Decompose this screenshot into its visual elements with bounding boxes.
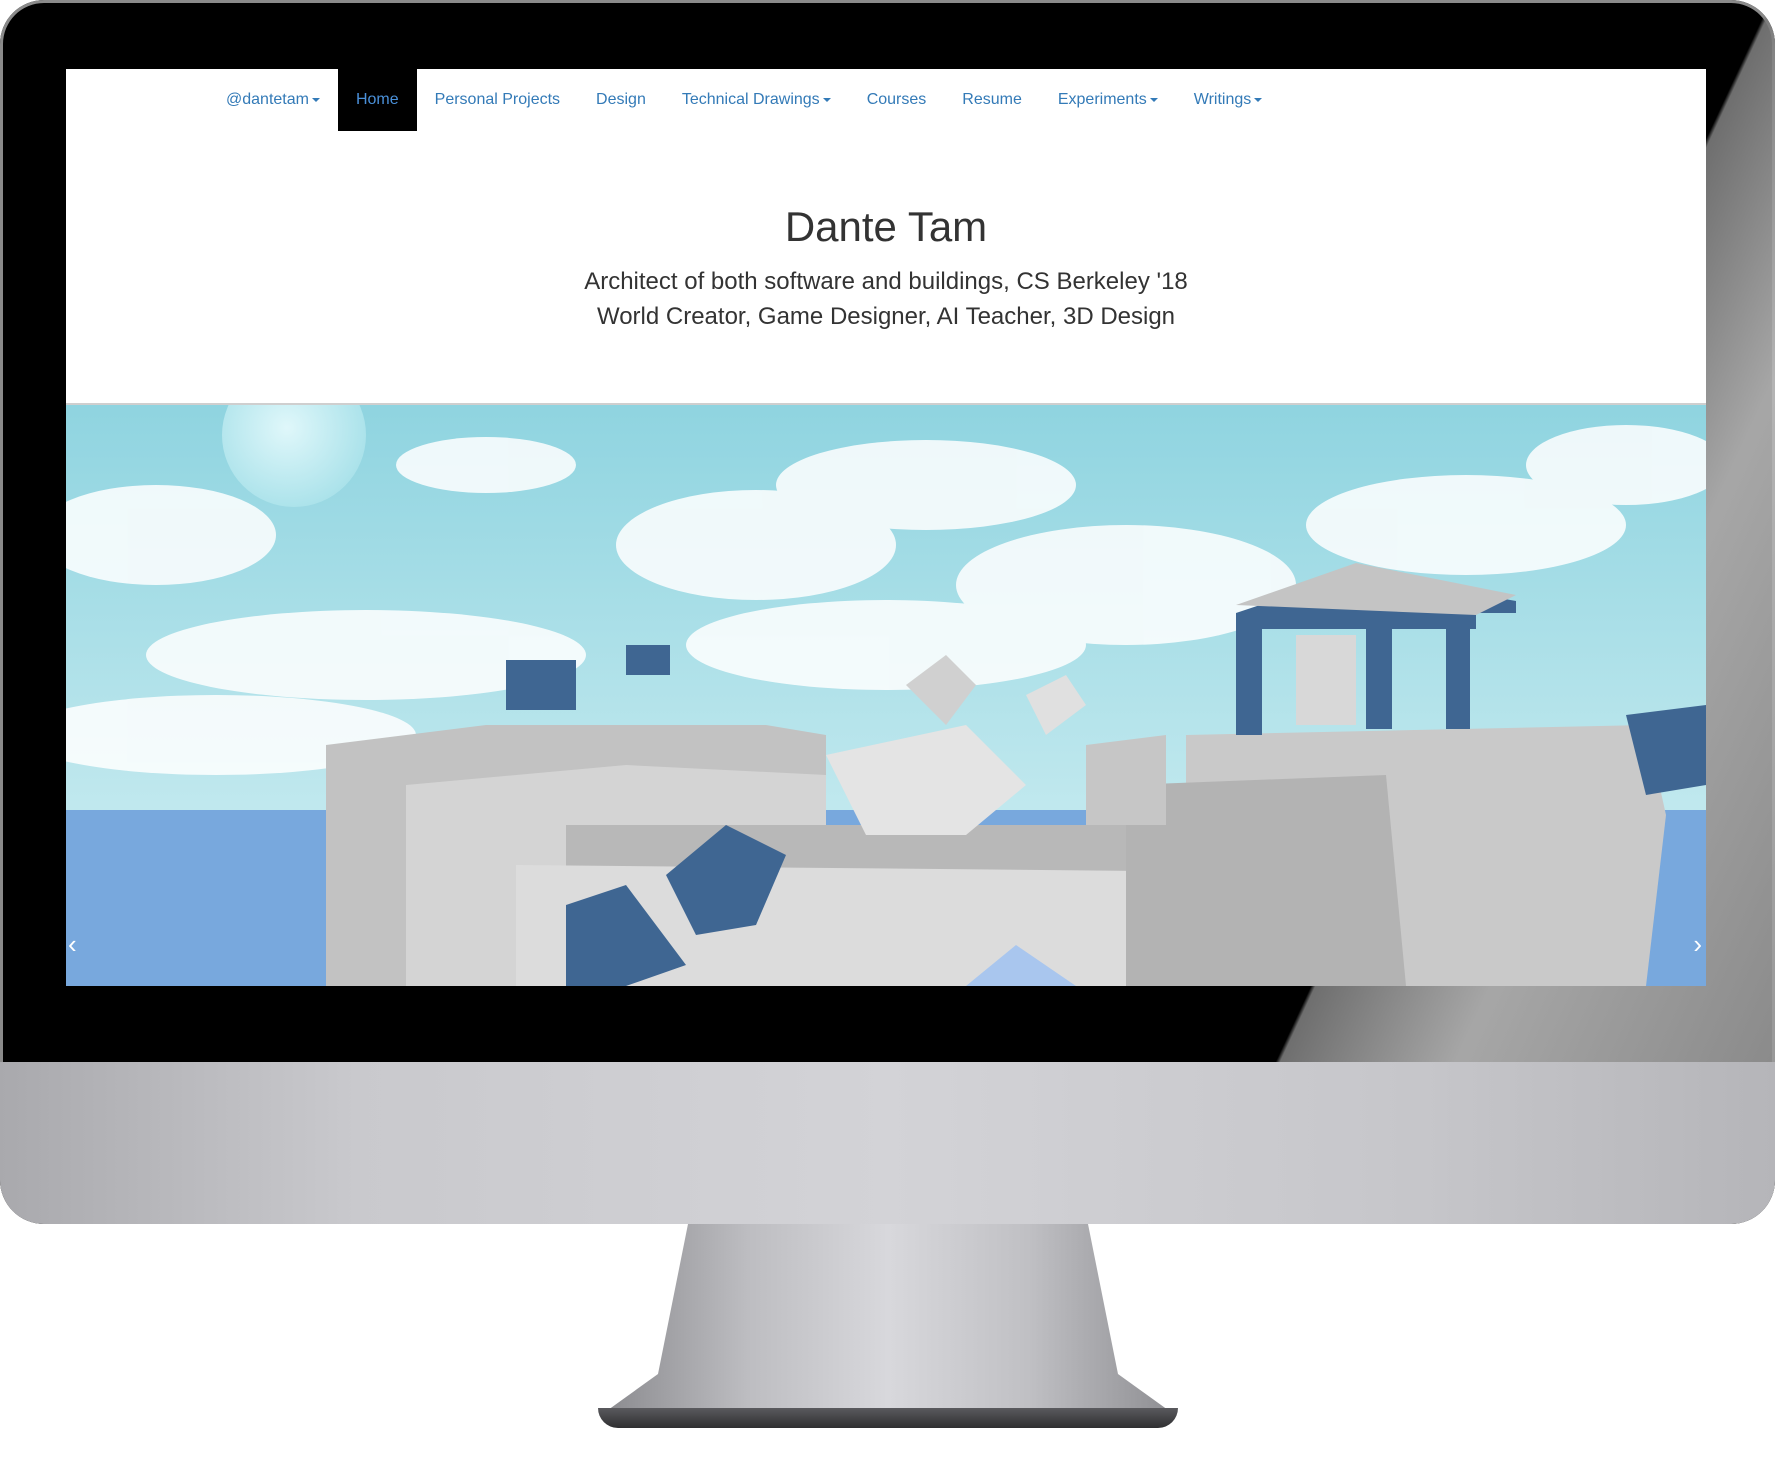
- nav-item-label: Personal Projects: [434, 91, 561, 108]
- nav-item-label: Resume: [962, 91, 1022, 108]
- chevron-right-icon: ›: [1693, 929, 1702, 959]
- caret-down-icon: [1254, 98, 1263, 102]
- nav-item-label: @dantetam: [226, 91, 309, 108]
- page-title: Dante Tam: [784, 203, 988, 250]
- carousel-prev-button[interactable]: ‹: [66, 405, 126, 986]
- monitor-frame: @dantetam Home Personal Projects Design …: [0, 0, 1775, 1224]
- carousel-next-button[interactable]: ›: [1646, 405, 1706, 986]
- page-subtitle: Architect of both software and buildings…: [584, 268, 1188, 295]
- nav-item-label: Technical Drawings: [681, 91, 820, 108]
- nav-item-home[interactable]: Home: [337, 69, 417, 131]
- nav-item-dantetam[interactable]: @dantetam: [208, 69, 338, 131]
- nav-item-label: Home: [355, 91, 399, 108]
- navbar: @dantetam Home Personal Projects Design …: [66, 69, 1706, 131]
- nav-item-design[interactable]: Design: [578, 69, 664, 131]
- carousel-slide-image: [66, 405, 1706, 986]
- nav-list: @dantetam Home Personal Projects Design …: [208, 69, 1280, 131]
- nav-item-personal-projects[interactable]: Personal Projects: [417, 69, 578, 131]
- nav-item-label: Courses: [866, 91, 927, 108]
- nav-item-experiments[interactable]: Experiments: [1040, 69, 1176, 131]
- caret-down-icon: [822, 98, 831, 102]
- nav-item-technical-drawings[interactable]: Technical Drawings: [664, 69, 849, 131]
- nav-item-label: Writings: [1193, 91, 1252, 108]
- nav-item-resume[interactable]: Resume: [944, 69, 1040, 131]
- caret-down-icon: [1149, 98, 1158, 102]
- chevron-left-icon: ‹: [68, 929, 77, 959]
- monitor-stand: [608, 1224, 1168, 1410]
- page-subtitle: World Creator, Game Designer, AI Teacher…: [596, 303, 1176, 330]
- monitor-chin: [0, 1062, 1775, 1224]
- nav-item-label: Experiments: [1057, 91, 1147, 108]
- image-carousel: ‹ ›: [66, 405, 1706, 986]
- nav-item-label: Design: [596, 91, 646, 108]
- browser-screen: @dantetam Home Personal Projects Design …: [66, 69, 1706, 986]
- monitor-stand-base: [598, 1408, 1178, 1428]
- nav-item-writings[interactable]: Writings: [1176, 69, 1281, 131]
- nav-item-courses[interactable]: Courses: [849, 69, 945, 131]
- caret-down-icon: [311, 98, 320, 102]
